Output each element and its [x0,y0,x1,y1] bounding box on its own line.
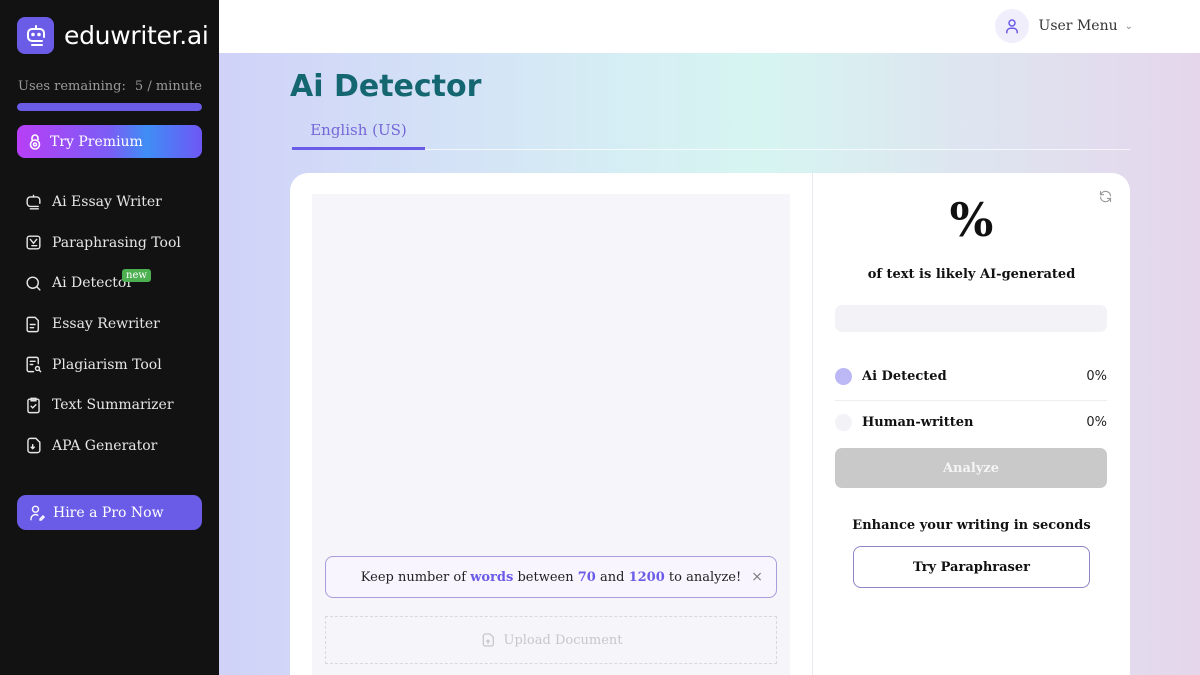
paraphrase-icon [26,235,41,250]
new-badge: new [122,269,151,283]
ai-legend-dot [835,368,852,385]
sidebar-nav: Ai Essay Writer Paraphrasing Tool Ai Det… [24,182,181,466]
sidebar-item-label: Paraphrasing Tool [52,234,181,251]
sidebar-item-label: Essay Rewriter [52,316,160,333]
tab-english-us[interactable]: English (US) [292,119,425,150]
try-premium-button[interactable]: Try Premium [17,125,202,158]
tab-divider [425,149,1130,150]
text-input-area[interactable]: Keep number of words between 70 and 1200… [312,194,790,675]
file-icon [27,438,41,454]
chevron-down-icon: ⌄ [1124,20,1133,32]
notice-text: and [599,569,625,585]
row-divider [835,400,1107,401]
sidebar-item-label: Ai Detector [52,275,134,292]
notice-max: 1200 [628,569,665,585]
detector-card: Keep number of words between 70 and 1200… [290,173,1130,675]
upload-document-button[interactable]: Upload Document [325,616,777,664]
notice-text: between [517,569,574,585]
ai-detected-row: Ai Detected 0% [835,368,1107,385]
enhance-text: Enhance your writing in seconds [852,518,1091,533]
avatar [994,9,1029,43]
robot-logo-icon [17,17,54,54]
uses-progress-fill [17,103,202,111]
brand-name: eduwriter.ai [64,21,209,50]
document-search-icon [26,356,42,373]
ai-percentage-bar [835,305,1107,332]
ai-percentage: % [949,193,994,247]
human-legend-dot [835,414,852,431]
analyze-button[interactable]: Analyze [835,448,1107,488]
sidebar-item-label: Text Summarizer [52,397,174,414]
robot-icon [26,194,41,210]
sidebar-item-essay-rewriter[interactable]: Essay Rewriter [24,304,181,345]
try-premium-label: Try Premium [50,133,143,150]
upload-icon [482,633,494,647]
main-content: Ai Detector English (US) Keep number of … [219,53,1200,675]
top-bar: User Menu ⌄ [219,0,1200,53]
close-icon[interactable]: × [751,569,763,585]
uses-label: Uses remaining: [18,79,126,94]
sidebar-item-ai-essay-writer[interactable]: Ai Essay Writer [24,182,181,223]
sidebar-item-text-summarizer[interactable]: Text Summarizer [24,385,181,426]
sidebar-item-label: Ai Essay Writer [52,194,162,211]
sidebar-item-label: Plagiarism Tool [52,356,162,373]
hire-pro-label: Hire a Pro Now [53,504,164,521]
result-panel: % of text is likely AI-generated Ai Dete… [813,173,1130,675]
notice-min: 70 [577,569,596,585]
user-menu[interactable]: User Menu ⌄ [994,9,1133,43]
premium-lock-icon [29,133,41,150]
hire-pro-button[interactable]: Hire a Pro Now [17,495,202,530]
notice-text: Keep number of [360,569,467,585]
user-icon [1005,19,1018,34]
try-paraphraser-button[interactable]: Try Paraphraser [853,546,1090,588]
page-title: Ai Detector [290,69,482,104]
human-written-row: Human-written 0% [835,414,1107,431]
uses-progress-bar [17,103,202,111]
sidebar: eduwriter.ai Uses remaining: 5 / minute … [0,0,219,675]
human-written-value: 0% [1086,415,1107,430]
user-menu-label: User Menu [1038,18,1118,34]
sidebar-item-paraphrasing-tool[interactable]: Paraphrasing Tool [24,223,181,264]
search-icon [26,276,41,291]
notice-words: words [470,569,514,585]
sidebar-item-ai-detector[interactable]: Ai Detector new [24,263,181,304]
upload-label: Upload Document [503,632,623,648]
human-written-label: Human-written [862,415,974,430]
document-icon [26,316,39,332]
uses-value: 5 / minute [134,79,202,94]
word-limit-notice: Keep number of words between 70 and 1200… [325,556,777,598]
sidebar-item-label: APA Generator [52,437,158,454]
ai-percentage-subtitle: of text is likely AI-generated [867,267,1076,282]
ai-detected-label: Ai Detected [862,369,947,384]
sidebar-item-apa-generator[interactable]: APA Generator [24,426,181,467]
clipboard-check-icon [27,397,40,414]
user-edit-icon [30,505,46,521]
ai-detected-value: 0% [1086,369,1107,384]
logo[interactable]: eduwriter.ai [17,17,209,54]
notice-text: to analyze! [668,569,742,585]
uses-remaining: Uses remaining: 5 / minute [18,79,202,94]
sidebar-item-plagiarism-tool[interactable]: Plagiarism Tool [24,344,181,385]
